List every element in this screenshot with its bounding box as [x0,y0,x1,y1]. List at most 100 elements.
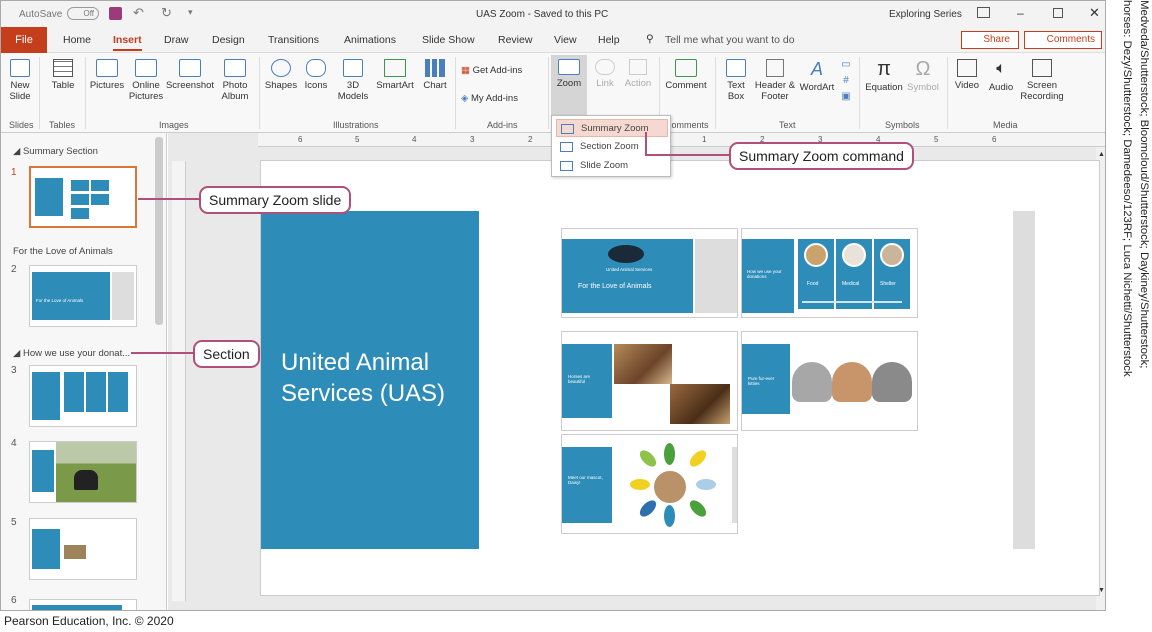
save-icon[interactable] [109,7,122,20]
copyright-footer: Pearson Education, Inc. © 2020 [4,614,174,628]
tab-view[interactable]: View [554,34,577,46]
scroll-up-icon[interactable]: ▲ [1098,151,1105,158]
redo-icon[interactable]: ↻ [161,5,172,21]
header-footer-button[interactable]: Header & Footer [753,59,797,102]
ribbon-tabs: File Home Insert Draw Design Transitions… [1,27,1105,53]
equation-button[interactable]: π Equation [863,59,905,93]
zoom-icon [558,59,580,75]
summary-zoom-menu-item[interactable]: Summary Zoom [556,119,668,137]
slide-number: 4 [11,438,17,449]
audio-label: Audio [988,82,1014,93]
tab-insert[interactable]: Insert [113,34,142,51]
symbol-label: Symbol [907,82,939,93]
card1-logo-text: United Animal Services [606,267,653,272]
action-button[interactable]: Action [621,59,655,89]
credit-line-1: Medveda/Shutterstock; Bloomcloud/Shutter… [1138,0,1150,369]
text-box-button[interactable]: Text Box [721,59,751,102]
tab-home[interactable]: Home [63,34,91,46]
comment-label: Comment [665,80,707,91]
slide-thumbnail-pane: ◢ Summary Section 1 For the Love of Anim… [1,133,167,610]
new-slide-button[interactable]: New Slide [3,59,37,102]
slide-thumbnail-3[interactable] [29,365,137,427]
callout-line [131,352,195,354]
group-tables: Tables [49,120,76,130]
header-footer-label: Header & Footer [754,80,796,102]
horse-photo [670,384,730,424]
card2-text: How we use your donations [747,269,782,279]
title-block: United Animal Services (UAS) [261,211,479,549]
customize-qat-icon[interactable]: ▾ [188,7,193,18]
my-addins-button[interactable]: ◈ My Add-ins [461,93,518,104]
photo-album-label: Photo Album [221,80,249,102]
undo-icon[interactable]: ↶ [133,5,144,21]
comment-button[interactable]: Comment [663,59,709,91]
slide-thumbnail-2[interactable]: For the Love of Animals [29,265,137,327]
close-icon[interactable]: ✕ [1089,5,1100,21]
thumbnail-scrollbar[interactable] [155,137,163,325]
ribbon-display-icon[interactable] [977,7,990,18]
zoom-card-kitties[interactable]: Pure fur-ever kitties [741,331,918,431]
screenshot-button[interactable]: Screenshot [165,59,215,91]
zoom-card-horses[interactable]: Horses are beautiful [561,331,738,431]
tab-slide-show[interactable]: Slide Show [422,34,475,46]
tell-me-input[interactable]: Tell me what you want to do [665,34,795,46]
tab-animations[interactable]: Animations [344,34,396,46]
slide-zoom-icon [560,161,573,171]
slide-thumbnail-5[interactable] [29,518,137,580]
symbol-button[interactable]: Ω Symbol [905,59,941,93]
comments-button[interactable]: Comments [1024,31,1102,49]
slide-thumbnail-4[interactable] [29,441,137,503]
screen-recording-button[interactable]: Screen Recording [1019,59,1065,102]
video-button[interactable]: Video [951,59,983,91]
autosave-toggle[interactable]: Off [67,7,99,20]
group-symbols: Symbols [885,120,920,130]
group-comments: Comments [665,120,709,130]
shapes-icon [271,59,291,77]
section-header-summary[interactable]: ◢ Summary Section [13,146,98,157]
zoom-card-mascot[interactable]: Meet our mascot, Daisy! [561,434,738,534]
slide-number: 3 [11,365,17,376]
tab-file[interactable]: File [1,27,47,53]
icons-button[interactable]: Icons [299,59,333,91]
section-header-love[interactable]: For the Love of Animals [13,246,113,257]
shapes-button[interactable]: Shapes [263,59,299,91]
share-button[interactable]: Share [961,31,1019,49]
slide-title[interactable]: United Animal Services (UAS) [281,347,461,409]
callout-section: Section [193,340,260,368]
slide-thumbnail-1[interactable] [29,166,137,228]
link-button[interactable]: Link [591,59,619,89]
my-addins-label: My Add-ins [470,93,518,104]
section-header-donations[interactable]: ◢ How we use your donat... [13,348,130,359]
table-button[interactable]: Table [45,59,81,91]
heart-photo [792,362,832,402]
section-love-label: For the Love of Animals [13,246,113,257]
chart-button[interactable]: Chart [419,59,451,91]
tab-design[interactable]: Design [212,34,245,46]
online-pictures-label: Online Pictures [128,80,164,102]
account-name[interactable]: Exploring Series [889,9,962,20]
powerpoint-window: AutoSave Off ↶ ↻ ▾ UAS Zoom - Saved to t… [0,0,1106,611]
tab-draw[interactable]: Draw [164,34,189,46]
slide-canvas[interactable]: United Animal Services (UAS) United Anim… [260,160,1100,596]
photo-album-button[interactable]: Photo Album [215,59,255,102]
zoom-card-donations[interactable]: How we use your donations Food Medical S… [741,228,918,318]
online-pictures-button[interactable]: Online Pictures [127,59,165,102]
group-slides: Slides [9,120,34,130]
minimize-icon[interactable]: – [1017,6,1024,20]
zoom-button[interactable]: Zoom [551,55,587,115]
audio-button[interactable]: 🔈︎ Audio [985,59,1017,93]
tab-transitions[interactable]: Transitions [268,34,319,46]
3d-models-button[interactable]: 3D Models [333,59,373,102]
zoom-card-love[interactable]: United Animal Services For the Love of A… [561,228,738,318]
restore-icon[interactable] [1053,8,1063,18]
get-addins-button[interactable]: ▦ Get Add-ins [461,65,522,76]
tab-review[interactable]: Review [498,34,532,46]
slide-zoom-menu-item[interactable]: Slide Zoom [556,157,668,175]
smartart-button[interactable]: SmartArt [373,59,417,91]
slide-thumbnail-6[interactable] [29,599,137,610]
wordart-button[interactable]: A WordArt [797,59,837,93]
pictures-button[interactable]: Pictures [89,59,125,91]
shapes-label: Shapes [264,80,298,91]
tab-help[interactable]: Help [598,34,620,46]
date-time-button[interactable]: ▭ # ▣ [839,57,853,105]
